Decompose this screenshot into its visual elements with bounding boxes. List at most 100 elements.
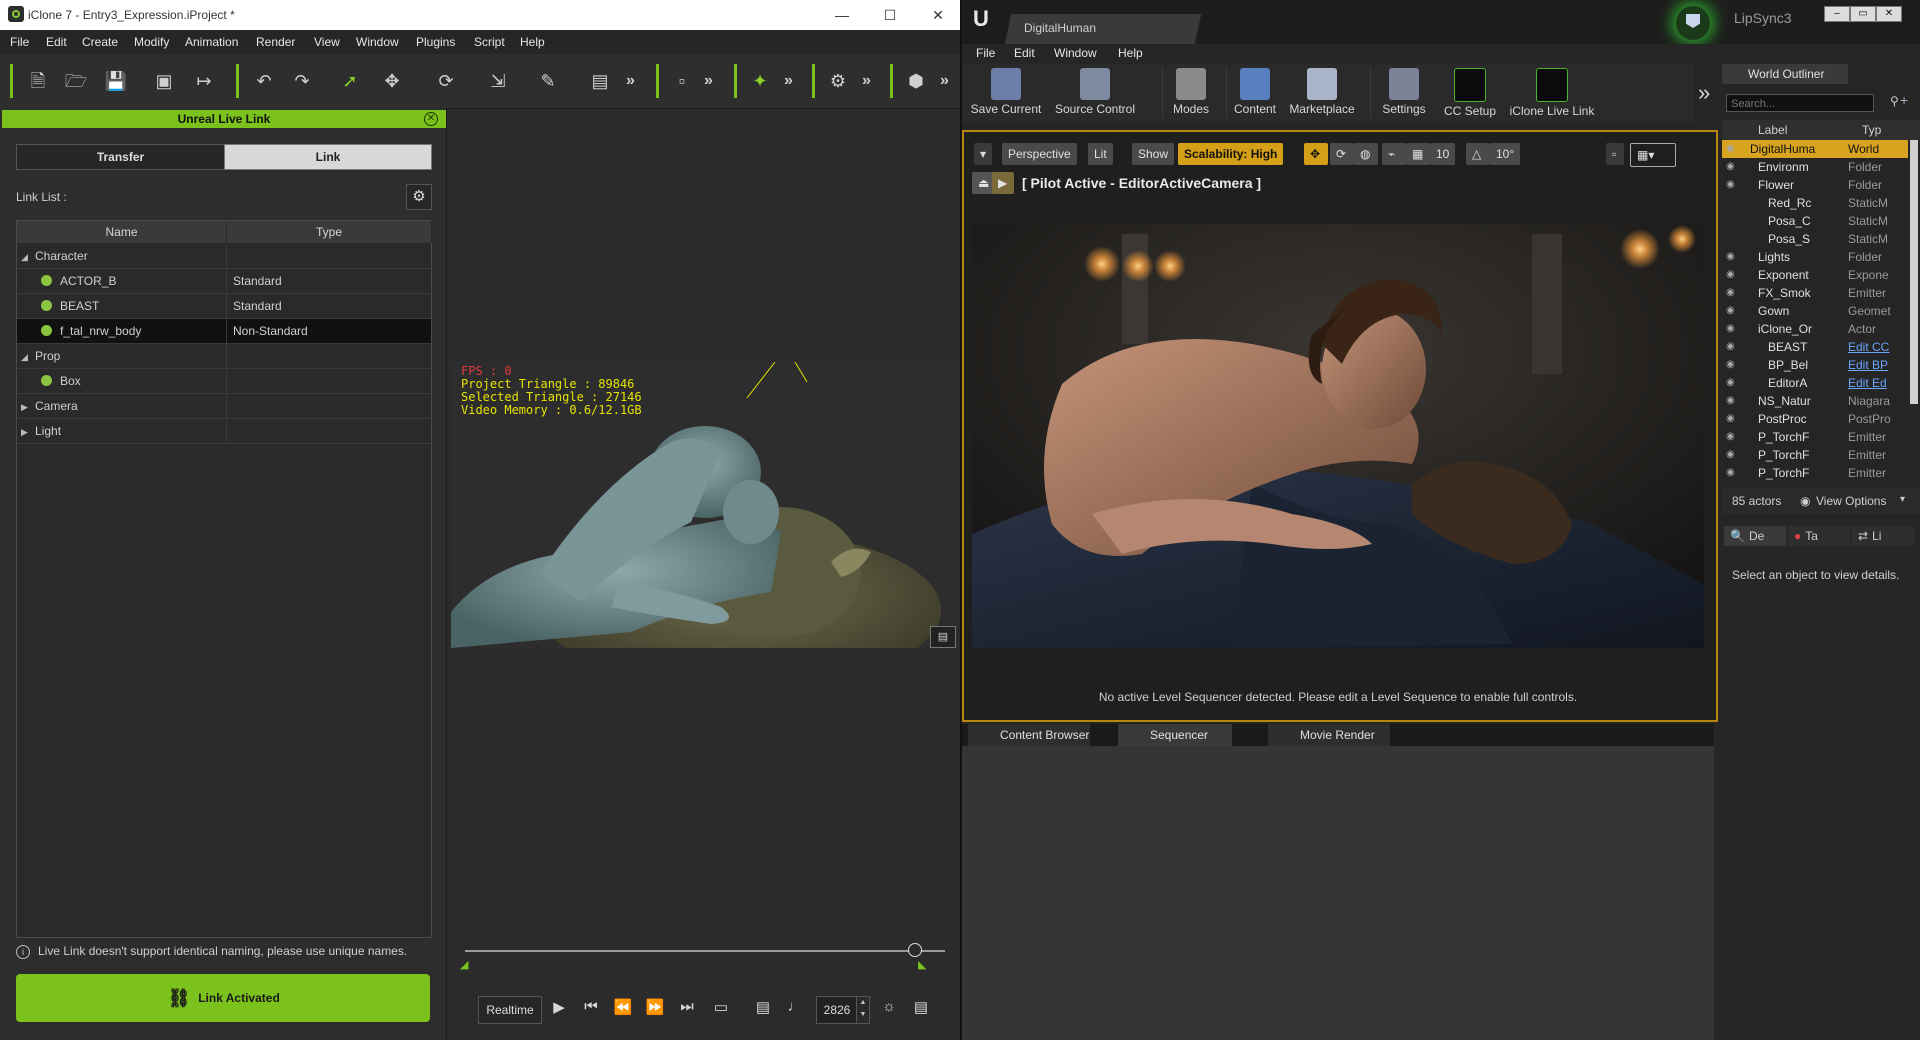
angle-size-value[interactable]: 10°: [1490, 143, 1521, 165]
panel-close-icon[interactable]: ✕: [424, 112, 438, 126]
grid-size-value[interactable]: 10: [1430, 143, 1456, 165]
step-back-icon[interactable]: ⏪: [612, 998, 634, 1016]
visibility-eye-icon[interactable]: ◉: [1726, 392, 1735, 410]
step-forward-icon[interactable]: ⏩: [644, 998, 666, 1016]
move-tool-icon[interactable]: ✥: [1304, 143, 1328, 165]
link-activated-button[interactable]: ⛓ Link Activated: [16, 974, 430, 1022]
music-note-icon[interactable]: ♩: [784, 998, 806, 1015]
frame-number-input[interactable]: 2826: [816, 996, 858, 1024]
frame-spinner[interactable]: ▲ ▼: [856, 996, 870, 1024]
visibility-eye-icon[interactable]: ◉: [1726, 338, 1735, 356]
grid-snap-icon[interactable]: ▦: [1406, 143, 1430, 165]
chevron-down-icon[interactable]: ▾: [1900, 494, 1905, 505]
outliner-row[interactable]: ◉ BEAST Edit CC: [1722, 338, 1908, 356]
visibility-eye-icon[interactable]: ◉: [1726, 446, 1735, 464]
modes-button[interactable]: Modes: [1166, 64, 1216, 122]
outliner-row[interactable]: ◉ P_TorchF Emitter: [1722, 428, 1908, 446]
range-end-marker-icon[interactable]: ◣: [918, 958, 926, 971]
menu-modify[interactable]: Modify: [134, 35, 169, 49]
realtime-mode-dropdown[interactable]: Realtime: [478, 996, 542, 1024]
world-space-icon[interactable]: ◍: [1354, 143, 1378, 165]
tab-details[interactable]: 🔍 De: [1724, 526, 1786, 546]
chevron-more-icon[interactable]: »: [862, 72, 871, 90]
add-filter-icon[interactable]: +: [1900, 92, 1908, 108]
menu-file[interactable]: File: [10, 35, 29, 49]
visibility-eye-icon[interactable]: ◉: [1726, 176, 1735, 194]
menu-render[interactable]: Render: [256, 35, 295, 49]
toolbar-more-chevron-icon[interactable]: »: [1698, 80, 1710, 106]
surface-snap-icon[interactable]: ⌁: [1382, 143, 1406, 165]
outliner-row[interactable]: ◉ Exponent Expone: [1722, 266, 1908, 284]
cc-setup-button[interactable]: CC Setup: [1440, 64, 1500, 122]
unreal-viewport-render[interactable]: [972, 224, 1704, 648]
column-label[interactable]: Label: [1758, 123, 1787, 137]
loop-icon[interactable]: ▭: [710, 998, 732, 1016]
outliner-scrollbar[interactable]: [1910, 140, 1918, 404]
go-end-icon[interactable]: ⏭: [676, 998, 698, 1015]
outliner-row[interactable]: ◉ PostProc PostPro: [1722, 410, 1908, 428]
new-file-icon[interactable]: 🗎: [26, 70, 50, 92]
column-header-name[interactable]: Name: [17, 221, 227, 243]
chevron-more-icon[interactable]: »: [626, 72, 635, 90]
settings-button[interactable]: Settings: [1374, 64, 1434, 122]
undo-icon[interactable]: ↶: [252, 70, 276, 92]
menu-plugins[interactable]: Plugins: [416, 35, 455, 49]
menu-help[interactable]: Help: [520, 35, 545, 49]
edit-cc-link[interactable]: Edit CC: [1848, 338, 1908, 356]
viewport-options-dropdown[interactable]: ▾: [974, 143, 993, 165]
ue-menu-file[interactable]: File: [976, 46, 995, 60]
edit-ed-link[interactable]: Edit Ed: [1848, 374, 1908, 392]
edit-bp-link[interactable]: Edit BP: [1848, 356, 1908, 374]
visibility-eye-icon[interactable]: ◉: [1726, 464, 1735, 482]
visibility-eye-icon[interactable]: ◉: [1726, 410, 1735, 428]
outliner-row[interactable]: ◉ Flower Folder: [1722, 176, 1908, 194]
outliner-row[interactable]: ◉ P_TorchF Emitter: [1722, 446, 1908, 464]
outliner-row[interactable]: ◉ EditorA Edit Ed: [1722, 374, 1908, 392]
outliner-row[interactable]: Posa_S StaticM: [1722, 230, 1908, 248]
scalability-button[interactable]: Scalability: High: [1178, 143, 1284, 165]
collapsed-triangle-icon[interactable]: ▶: [21, 420, 35, 444]
tab-link[interactable]: Link: [224, 144, 432, 170]
show-button[interactable]: Show: [1132, 143, 1175, 165]
tab-take-recorder[interactable]: ● Ta: [1788, 526, 1850, 546]
outliner-row[interactable]: ◉ Lights Folder: [1722, 248, 1908, 266]
outliner-row[interactable]: Posa_C StaticM: [1722, 212, 1908, 230]
menu-window[interactable]: Window: [356, 35, 399, 49]
save-icon[interactable]: 💾: [104, 70, 128, 92]
pilot-camera-icon[interactable]: ▶: [992, 172, 1014, 194]
menu-script[interactable]: Script: [474, 35, 505, 49]
open-folder-icon[interactable]: 🗁: [64, 70, 88, 92]
view-options-button[interactable]: View Options: [1816, 494, 1886, 508]
outliner-search-input[interactable]: Search...: [1726, 94, 1874, 112]
ue-minimize-button[interactable]: –: [1824, 6, 1850, 22]
visibility-eye-icon[interactable]: ◉: [1726, 140, 1735, 158]
visibility-eye-icon[interactable]: ◉: [1726, 320, 1735, 338]
rotate-tool-icon[interactable]: ⟳: [1330, 143, 1354, 165]
visibility-eye-icon[interactable]: ◉: [1726, 284, 1735, 302]
search-icon[interactable]: ⚲: [1890, 94, 1899, 108]
visibility-eye-icon[interactable]: ◉: [1726, 158, 1735, 176]
play-icon[interactable]: ▶: [548, 998, 570, 1016]
range-start-marker-icon[interactable]: ◢: [460, 958, 468, 971]
table-row[interactable]: ▶ Camera: [17, 394, 431, 419]
perspective-button[interactable]: Perspective: [1002, 143, 1077, 165]
motion-icon[interactable]: ⚙: [826, 70, 850, 92]
pick-parent-icon[interactable]: ✎: [536, 70, 560, 92]
layout-icon[interactable]: ▦▾: [1630, 143, 1676, 167]
tab-content-browser[interactable]: Content Browser: [968, 724, 1090, 746]
tab-movie-render-queue[interactable]: Movie Render Que: [1268, 724, 1390, 764]
go-start-icon[interactable]: ⏮: [580, 998, 602, 1015]
table-row[interactable]: ACTOR_B Standard: [17, 269, 431, 294]
settings-sun-icon[interactable]: ☼: [878, 998, 900, 1015]
save-current-button[interactable]: Save Current: [968, 64, 1044, 122]
table-row[interactable]: Box: [17, 369, 431, 394]
iclone-viewport[interactable]: FPS : 0 Project Triangle : 89846 Selecte…: [451, 362, 959, 648]
timeline-menu-icon[interactable]: ▤: [910, 998, 932, 1016]
settings-gear-icon[interactable]: ⚙: [406, 184, 432, 210]
expanded-triangle-icon[interactable]: ◢: [21, 245, 35, 269]
menu-edit[interactable]: Edit: [46, 35, 67, 49]
menu-animation[interactable]: Animation: [185, 35, 238, 49]
table-row[interactable]: ▶ Light: [17, 419, 431, 444]
marketplace-button[interactable]: Marketplace: [1282, 64, 1362, 122]
column-type[interactable]: Typ: [1862, 123, 1881, 137]
